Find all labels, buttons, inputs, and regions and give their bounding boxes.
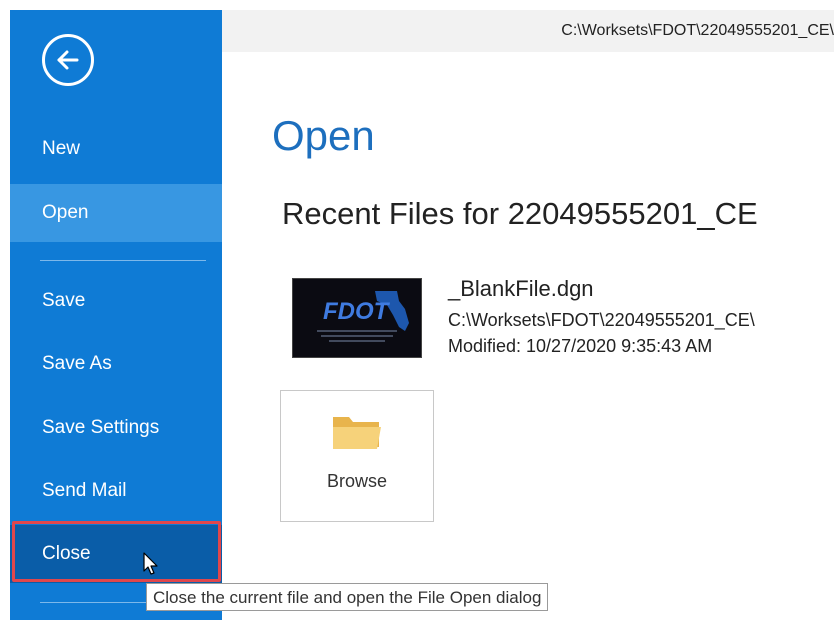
sidebar-item-label: Save Settings <box>42 417 160 438</box>
backstage-sidebar: New Open Save Save As Save Settings Send… <box>10 10 222 620</box>
tooltip: Close the current file and open the File… <box>146 583 549 611</box>
sidebar-item-save-as[interactable]: Save As <box>10 335 222 393</box>
file-thumbnail: FDOT <box>292 278 422 358</box>
browse-button[interactable]: Browse <box>280 390 434 522</box>
sidebar-item-label: Send Mail <box>42 480 127 501</box>
backstage-window: New Open Save Save As Save Settings Send… <box>0 0 834 620</box>
sidebar-divider <box>40 260 206 261</box>
recent-file-item[interactable]: FDOT _BlankFile.dgn C:\Worksets\FDOT\220… <box>292 272 822 364</box>
fdot-logo-icon: FDOT <box>293 279 421 357</box>
file-path: C:\Worksets\FDOT\22049555201_CE\ <box>448 310 755 330</box>
sidebar-item-label: Save As <box>42 353 112 374</box>
back-button[interactable] <box>42 34 94 86</box>
sidebar-item-send-mail[interactable]: Send Mail <box>10 462 222 520</box>
folder-icon <box>333 417 381 449</box>
page-title: Open <box>272 112 375 159</box>
sidebar-item-label: Open <box>42 202 89 223</box>
file-modified-date: Modified: 10/27/2020 9:35:43 AM <box>448 336 713 356</box>
recent-files-heading: Recent Files for 22049555201_CE <box>282 196 758 231</box>
sidebar-item-open[interactable]: Open <box>10 184 222 242</box>
sidebar-item-save[interactable]: Save <box>10 272 222 330</box>
thumbnail-logo-text: FDOT <box>323 298 391 325</box>
sidebar-item-save-settings[interactable]: Save Settings <box>10 399 222 457</box>
browse-label: Browse <box>326 471 388 491</box>
sidebar-item-label: New <box>42 138 81 159</box>
title-bar: C:\Worksets\FDOT\22049555201_CE\ <box>222 10 834 52</box>
mouse-cursor-icon <box>143 552 158 575</box>
sidebar-item-new[interactable]: New <box>10 120 222 178</box>
workset-path: C:\Worksets\FDOT\22049555201_CE\ <box>561 22 834 39</box>
file-name: _BlankFile.dgn <box>448 276 594 301</box>
sidebar-item-label: Save <box>42 290 86 311</box>
sidebar-item-label: Close <box>42 543 91 564</box>
sidebar-item-close[interactable]: Close <box>10 525 222 583</box>
back-arrow-icon <box>57 50 79 70</box>
